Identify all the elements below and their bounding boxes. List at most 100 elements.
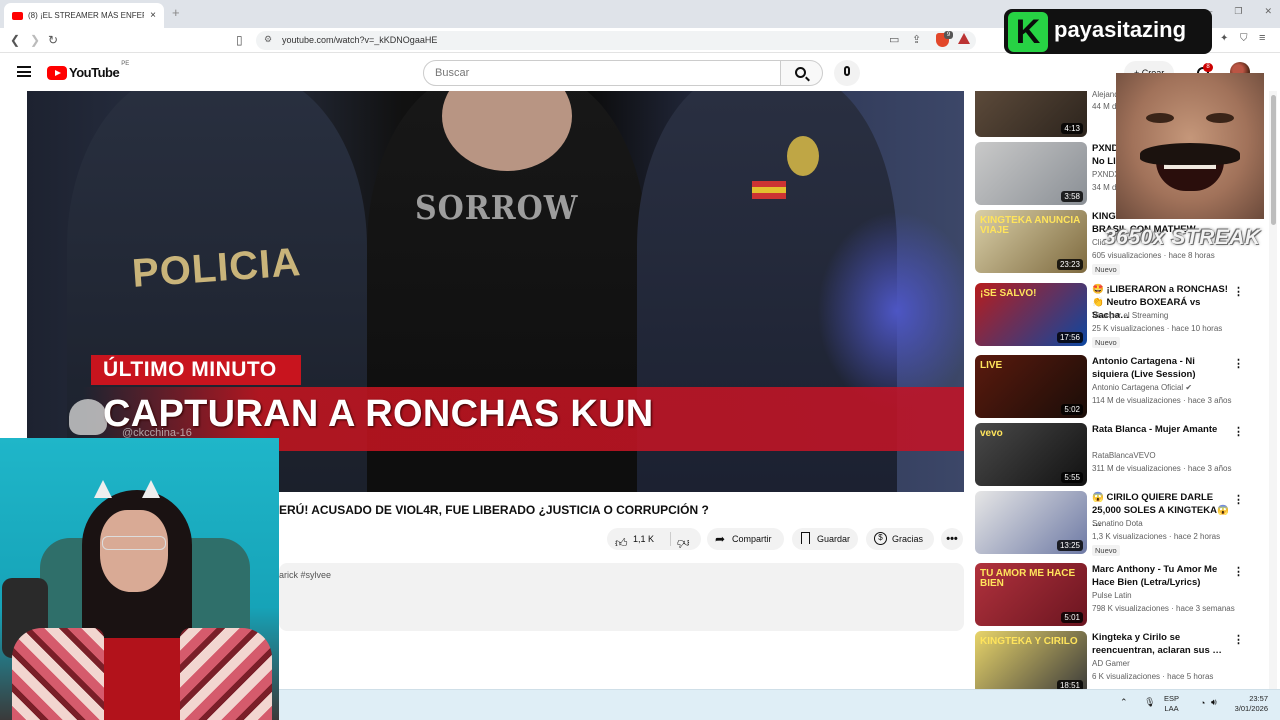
channel-name[interactable]: AD Gamer	[1092, 659, 1130, 668]
thumbnail-caption: LIVE	[980, 360, 1003, 371]
youtube-logo[interactable]: YouTube PE	[47, 61, 129, 80]
video-duration: 3:58	[1061, 191, 1083, 202]
channel-name[interactable]: Vivo por el Streaming	[1092, 311, 1168, 320]
recommendation-thumbnail[interactable]: LIVE 5:02	[975, 355, 1087, 418]
video-duration: 5:01	[1061, 612, 1083, 623]
guide-menu-icon[interactable]	[17, 66, 31, 77]
cast-icon[interactable]: ▭	[889, 33, 899, 46]
taskbar-clock[interactable]: 23:57 3/01/2026	[1226, 694, 1268, 714]
more-options-icon[interactable]: ⋮	[1233, 633, 1244, 646]
wifi-icon[interactable]: ◔	[1200, 698, 1205, 708]
recommendation-thumbnail[interactable]: TU AMOR ME HACE BIEN 5:01	[975, 563, 1087, 626]
channel-name[interactable]: Pulse Latin	[1092, 591, 1132, 600]
recommendation-thumbnail[interactable]: KINGTEKA Y CIRILO 18:51	[975, 631, 1087, 694]
more-options-icon[interactable]: ⋮	[1233, 565, 1244, 578]
close-window-icon[interactable]: ✕	[1264, 6, 1272, 17]
shield-count-badge: 9	[944, 31, 953, 39]
view-meta: 114 M de visualizaciones · hace 3 años	[1092, 396, 1232, 405]
thanks-button[interactable]: $ Gracias	[866, 528, 934, 550]
channel-name[interactable]: Alejand	[1092, 90, 1119, 99]
menu-icon[interactable]: ≡	[1259, 32, 1265, 44]
rewards-triangle-icon[interactable]	[958, 33, 970, 44]
more-options-icon[interactable]: ⋮	[1233, 285, 1244, 298]
like-icon[interactable]: 👍︎	[615, 532, 628, 554]
recommendation-item[interactable]: vevo 5:55 Rata Blanca - Mujer Amante RataBl…	[975, 423, 1247, 487]
tab-title: (8) ¡EL STREAMER MÁS ENFERM	[28, 11, 145, 20]
recommendation-thumbnail[interactable]: KINGTEKA ANUNCIA VIAJE 23:23	[975, 210, 1087, 273]
view-meta: 6 K visualizaciones · hace 5 horas	[1092, 672, 1214, 681]
recommendation-item[interactable]: LIVE 5:02 Antonio Cartagena - Ni siquiera …	[975, 355, 1247, 419]
recommendation-item[interactable]: 13:25 😱 CIRILO QUIERE DARLE 25,000 SOLES …	[975, 491, 1247, 556]
channel-name[interactable]: Antonio Cartagena Oficial ✔	[1092, 383, 1192, 392]
scrollbar-thumb[interactable]	[1271, 95, 1276, 225]
recommendation-title[interactable]: Marc Anthony - Tu Amor Me Hace Bien (Let…	[1092, 563, 1232, 589]
recommendation-thumbnail[interactable]: 13:25	[975, 491, 1087, 554]
channel-name[interactable]: RataBlancaVEVO	[1092, 451, 1156, 460]
cat-ears-headband	[94, 480, 160, 502]
system-tray-icons[interactable]: ⌃ 🎙︎	[1120, 697, 1156, 708]
share-page-icon[interactable]: ⇪	[912, 33, 921, 46]
save-button[interactable]: Guardar	[792, 528, 858, 550]
back-icon[interactable]: ❮	[10, 33, 20, 47]
thumbnail-caption: vevo	[980, 428, 1003, 439]
microphone-icon	[844, 66, 850, 76]
recommendation-title[interactable]: Antonio Cartagena - Ni siquiera (Live Se…	[1092, 355, 1232, 381]
more-options-icon[interactable]: ⋮	[1233, 493, 1244, 506]
more-actions-button[interactable]: •••	[941, 528, 963, 550]
bookmark-save-icon	[801, 532, 810, 544]
youtube-wordmark: YouTube	[69, 65, 120, 80]
language-code: ESP	[1164, 694, 1180, 703]
view-meta: 44 M d	[1092, 102, 1117, 111]
video-title: ERÚ! ACUSADO DE VIOL4R, FUE LIBERADO ¿JU…	[279, 503, 709, 517]
leo-ai-icon[interactable]: ✦	[1220, 33, 1228, 44]
tray-chevron-icon[interactable]: ⌃	[1120, 697, 1128, 707]
like-dislike-group[interactable]: 👍︎ 1,1 K 👍︎	[607, 528, 701, 550]
thumbnail-caption: TU AMOR ME HACE BIEN	[980, 568, 1076, 589]
input-language[interactable]: ESP LAA	[1164, 694, 1179, 714]
laughing-meme-overlay	[1116, 73, 1264, 219]
recommendation-item[interactable]: TU AMOR ME HACE BIEN 5:01 Marc Anthony - T…	[975, 563, 1247, 627]
recommendation-thumbnail[interactable]: vevo 5:55	[975, 423, 1087, 486]
new-tab-button[interactable]: +	[172, 5, 180, 20]
tray-microphone-icon[interactable]: 🎙︎	[1144, 697, 1155, 707]
view-meta: 34 M d	[1092, 183, 1117, 192]
browser-tab[interactable]: (8) ¡EL STREAMER MÁS ENFERM ×	[4, 3, 164, 28]
forward-icon[interactable]: ❯	[30, 33, 40, 47]
restore-icon[interactable]: ❐	[1234, 6, 1242, 17]
dislike-icon[interactable]: 👍︎	[677, 532, 690, 554]
search-input[interactable]: Buscar	[423, 60, 781, 86]
recommendation-thumbnail[interactable]: ¡SE SALVO! 17:56	[975, 283, 1087, 346]
video-player[interactable]: SORROW POLICIA ÚLTIMO MINUTO CAPTURAN A …	[27, 91, 964, 492]
more-options-icon[interactable]: ⋮	[1233, 425, 1244, 438]
recommendation-thumbnail[interactable]: 4:13	[975, 91, 1087, 137]
youtube-favicon-icon	[12, 11, 23, 20]
thumbnail-caption: KINGTEKA Y CIRILO	[980, 636, 1078, 647]
recommendation-item[interactable]: KINGTEKA Y CIRILO 18:51 Kingteka y Cirilo …	[975, 631, 1247, 695]
channel-name[interactable]: Senatino Dota	[1092, 519, 1143, 528]
reload-icon[interactable]: ↻	[48, 33, 58, 47]
share-button[interactable]: ➦ Compartir	[707, 528, 784, 550]
vpn-shield-icon[interactable]: ⛉	[1240, 33, 1248, 44]
voice-search-button[interactable]	[834, 60, 860, 86]
tab-close-icon[interactable]: ×	[150, 10, 156, 21]
url-field[interactable]: ⚙ youtube.com/watch?v=_kKDNOgaaHE	[256, 31, 976, 50]
recommendation-thumbnail[interactable]: 3:58	[975, 142, 1087, 205]
video-duration: 5:02	[1061, 404, 1083, 415]
window-controls: — ❐ ✕	[1203, 6, 1272, 17]
save-label: Guardar	[817, 534, 851, 544]
volume-icon[interactable]: 🔊︎	[1211, 697, 1217, 708]
streak-counter: 3650x STREAK	[1104, 226, 1261, 249]
ghost-watermark-icon	[69, 399, 107, 435]
recommendation-item[interactable]: ¡SE SALVO! 17:56 🤩 ¡LIBERARON a RONCHAS! 👏…	[975, 283, 1247, 348]
shirt-logo-text: SORROW	[415, 189, 579, 228]
description-box[interactable]	[279, 563, 964, 631]
more-options-icon[interactable]: ⋮	[1233, 357, 1244, 370]
meme-mustache	[1140, 143, 1240, 165]
search-button[interactable]	[781, 60, 823, 86]
webcam-jacket-right	[180, 628, 272, 720]
video-duration: 5:55	[1061, 472, 1083, 483]
site-info-icon[interactable]: ⚙	[264, 34, 272, 45]
recommendation-title[interactable]: Rata Blanca - Mujer Amante	[1092, 423, 1232, 436]
bookmark-icon[interactable]: ▯	[236, 33, 243, 47]
recommendation-title[interactable]: Kingteka y Cirilo se reencuentran, aclar…	[1092, 631, 1232, 657]
